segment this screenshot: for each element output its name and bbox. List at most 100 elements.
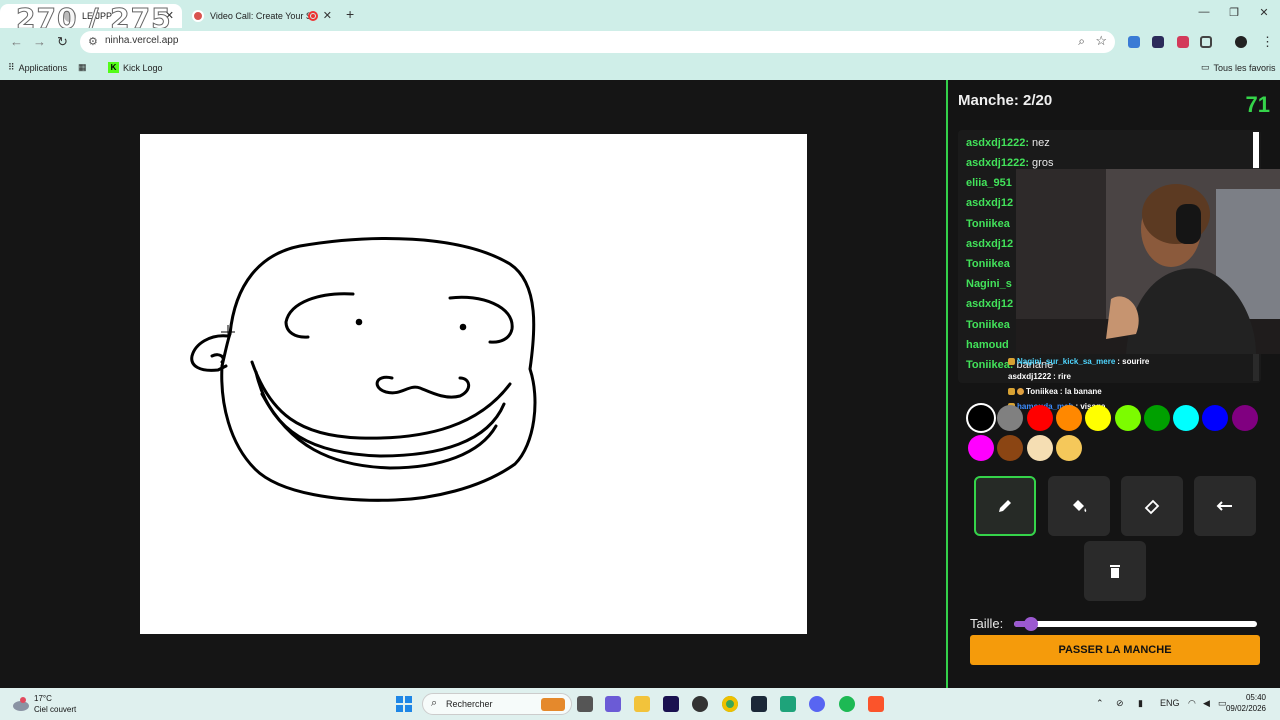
color-swatch[interactable] xyxy=(997,435,1024,461)
bookmark-applications[interactable]: ⠿ Applications xyxy=(8,62,67,73)
color-swatch[interactable] xyxy=(1231,405,1258,431)
eraser-icon xyxy=(1144,499,1160,515)
brave-icon[interactable] xyxy=(868,696,884,712)
reload-icon[interactable]: ↻ xyxy=(57,34,68,50)
tray-chevron-icon[interactable]: ⌃ xyxy=(1096,698,1104,709)
discord-icon[interactable] xyxy=(809,696,825,712)
extension-icon[interactable] xyxy=(1177,36,1189,48)
color-swatch[interactable] xyxy=(1143,405,1170,431)
color-swatch[interactable] xyxy=(1085,405,1112,431)
drawing-canvas[interactable] xyxy=(140,134,807,634)
back-icon[interactable]: ← xyxy=(10,34,23,49)
profile-avatar[interactable] xyxy=(1235,36,1247,48)
chat-message: asdxdj12 xyxy=(966,197,1014,209)
bookmarks-bar: ⠿ Applications ▦ K Kick Logo ▭ Tous les … xyxy=(0,56,1280,80)
close-tab-icon[interactable]: ✕ xyxy=(323,9,332,22)
zoom-icon[interactable]: ⌕ xyxy=(1078,34,1085,49)
pencil-icon xyxy=(999,500,1011,512)
volume-icon[interactable]: ◀ xyxy=(1203,698,1210,709)
apps-grid-icon: ⠿ xyxy=(8,62,15,72)
fill-tool-button[interactable] xyxy=(1048,476,1110,536)
sub-badge-icon xyxy=(1008,358,1015,366)
color-swatch[interactable] xyxy=(1202,405,1229,431)
app-icon[interactable] xyxy=(780,696,796,712)
app-icon[interactable] xyxy=(605,696,621,712)
pencil-tool-button[interactable] xyxy=(974,476,1036,536)
stream-chat-message: Toniikea: la banane xyxy=(1008,387,1102,396)
chat-message: Nagini_s xyxy=(966,278,1012,290)
round-timer: 71 xyxy=(1245,92,1270,117)
color-swatch[interactable] xyxy=(1055,405,1082,431)
address-bar[interactable]: ⚙ ninha.vercel.app ⌕ ☆ xyxy=(80,31,1115,53)
tray-icon[interactable]: ⊘ xyxy=(1116,698,1124,709)
bookmark-grid[interactable]: ▦ xyxy=(78,62,91,73)
chrome-icon[interactable] xyxy=(722,696,738,712)
color-swatch[interactable] xyxy=(968,435,994,461)
bookmark-label: Kick Logo xyxy=(123,62,163,73)
color-swatch[interactable] xyxy=(968,405,994,431)
browser-chrome: LE JPP ✕ 270 / 275 Video Call: Create Yo… xyxy=(0,0,1280,80)
browser-toolbar: ← → ↻ ⚙ ninha.vercel.app ⌕ ☆ ⋮ xyxy=(0,28,1280,56)
window-close-icon[interactable]: ✕ xyxy=(1254,6,1274,19)
wifi-icon[interactable]: ◠ xyxy=(1188,698,1196,709)
chat-message: asdxdj1222: gros xyxy=(966,157,1054,169)
task-view-icon[interactable] xyxy=(577,696,593,712)
chat-message: asdxdj12 xyxy=(966,298,1014,310)
color-swatch[interactable] xyxy=(1026,405,1053,431)
extensions-puzzle-icon[interactable] xyxy=(1200,36,1212,48)
drawing-strokes xyxy=(190,237,537,502)
color-swatch[interactable] xyxy=(1055,435,1082,461)
fill-bucket-icon xyxy=(1073,500,1087,512)
clock-date[interactable]: 09/02/2026 xyxy=(1226,704,1266,713)
cloud-icon[interactable] xyxy=(12,695,30,713)
weather-temperature: 17°C xyxy=(34,694,52,703)
chat-message: hamoud xyxy=(966,339,1009,351)
chat-message: eliia_951 xyxy=(966,177,1012,189)
tab-video-call[interactable]: Video Call: Create Your Serv ✕ xyxy=(184,4,340,28)
clear-canvas-button[interactable] xyxy=(1084,541,1146,601)
recording-icon xyxy=(308,11,318,21)
clock-time[interactable]: 05:40 xyxy=(1246,693,1266,702)
tray-icon[interactable]: ▮ xyxy=(1138,698,1143,709)
taskbar-search[interactable]: ⌕ Rechercher xyxy=(422,693,572,715)
windows-start-icon[interactable] xyxy=(396,696,412,712)
size-slider[interactable] xyxy=(1014,617,1257,631)
windows-taskbar: 17°C Ciel couvert ⌕ Rechercher ⌃ ⊘ ▮ ENG… xyxy=(0,688,1280,720)
extension-icon[interactable] xyxy=(1152,36,1164,48)
game-page: Manche: 2/20 71 asdxdj1222: nez asdxdj12… xyxy=(0,80,1280,688)
new-tab-button[interactable]: + xyxy=(346,6,354,22)
tab-strip: LE JPP ✕ 270 / 275 Video Call: Create Yo… xyxy=(0,0,1280,36)
site-info-icon[interactable]: ⚙ xyxy=(88,35,98,48)
steam-icon[interactable] xyxy=(751,696,767,712)
chat-message: asdxdj12 xyxy=(966,238,1014,250)
premiere-icon[interactable] xyxy=(663,696,679,712)
eraser-tool-button[interactable] xyxy=(1121,476,1183,536)
skip-round-button[interactable]: PASSER LA MANCHE xyxy=(970,635,1260,665)
undo-button[interactable] xyxy=(1194,476,1256,536)
language-indicator[interactable]: ENG xyxy=(1160,698,1180,708)
tab-title: Video Call: Create Your Serv xyxy=(210,11,310,21)
color-swatch[interactable] xyxy=(1026,435,1053,461)
chat-message: Toniikea xyxy=(966,258,1010,270)
bookmark-label: Applications xyxy=(18,62,68,73)
minimize-icon[interactable]: — xyxy=(1194,6,1214,18)
menu-dots-icon[interactable]: ⋮ xyxy=(1261,34,1274,50)
all-bookmarks-label: Tous les favoris xyxy=(1213,62,1276,73)
grid-icon: ▦ xyxy=(78,62,87,72)
color-swatch[interactable] xyxy=(1114,405,1141,431)
extension-icon[interactable] xyxy=(1128,36,1140,48)
bookmark-kick-logo[interactable]: K Kick Logo xyxy=(108,62,163,73)
spotify-icon[interactable] xyxy=(839,696,855,712)
search-highlight-icon xyxy=(541,698,565,711)
color-swatch[interactable] xyxy=(1173,405,1200,431)
bookmark-star-icon[interactable]: ☆ xyxy=(1095,33,1107,49)
chat-scroll-thumb[interactable] xyxy=(1253,132,1259,168)
app-icon[interactable] xyxy=(692,696,708,712)
restore-icon[interactable]: ❐ xyxy=(1224,6,1244,19)
kick-icon: K xyxy=(108,62,119,73)
color-swatch[interactable] xyxy=(997,405,1024,431)
all-bookmarks[interactable]: ▭ Tous les favoris xyxy=(1201,62,1276,73)
forward-icon[interactable]: → xyxy=(33,34,46,49)
file-explorer-icon[interactable] xyxy=(634,696,650,712)
size-slider-thumb[interactable] xyxy=(1024,617,1038,631)
